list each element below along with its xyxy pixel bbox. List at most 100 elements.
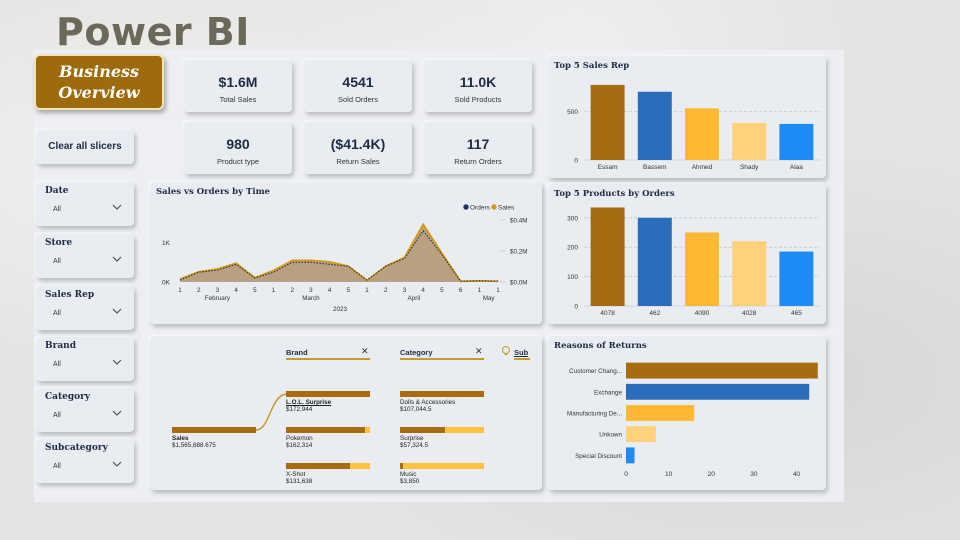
y-left-tick-label: 1K (162, 240, 171, 247)
y-tick-label: 500 (567, 109, 578, 116)
node-bar-fill (286, 427, 365, 433)
node-value: $172,944 (286, 406, 313, 413)
x-tick-label: 4 (234, 287, 238, 294)
bar[interactable] (590, 207, 625, 306)
bar[interactable] (732, 122, 767, 160)
root-name: Sales (172, 435, 189, 442)
y-tick-label: Unkown (599, 432, 622, 439)
slicer-value: All (53, 206, 61, 213)
y-right-tick-label: $0.0M (510, 280, 528, 287)
x-tick-label: 4090 (695, 310, 710, 317)
x-tick-label: 2 (197, 287, 201, 294)
reasons-of-returns-card: Reasons of Returns Customer Chang... Exch… (548, 336, 826, 490)
chevron-down-icon[interactable] (112, 203, 122, 211)
chevron-down-icon[interactable] (112, 409, 122, 417)
node-label: Dolls & Accessories $107,044.5 (400, 399, 455, 413)
node-value: $131,638 (286, 478, 313, 485)
kpi-return-sales: ($41.4K) Return Sales (304, 122, 412, 174)
x-tick-label: 1 (478, 287, 482, 294)
x-tick-label: 4 (328, 287, 332, 294)
y-tick-label: 0 (574, 304, 578, 311)
chevron-down-icon[interactable] (112, 358, 122, 366)
x-tick-label: Essam (598, 164, 618, 171)
slicer-brand[interactable]: Brand All (36, 337, 134, 381)
node-bar-fill (400, 427, 446, 433)
bar[interactable] (732, 241, 767, 306)
slicer-subcategory[interactable]: Subcategory All (36, 439, 134, 483)
x-tick-label: 1 (178, 287, 182, 294)
bar[interactable] (626, 447, 635, 464)
node-name: Surprise (400, 435, 424, 442)
slicer-date[interactable]: Date All (36, 182, 134, 226)
x-tick-label: 1 (496, 287, 500, 294)
y-right-tick-label: $0.2M (510, 249, 528, 256)
clear-all-slicers-button[interactable]: Clear all slicers (36, 130, 134, 164)
bar[interactable] (590, 84, 625, 160)
slicer-value: All (53, 310, 61, 317)
bar[interactable] (779, 123, 814, 160)
slicer-value: All (53, 361, 61, 368)
year-label: 2023 (333, 306, 348, 313)
node-name: Music (400, 471, 417, 478)
x-tick-label: 4 (421, 287, 425, 294)
bar[interactable] (779, 251, 814, 306)
chevron-down-icon[interactable] (112, 460, 122, 468)
slicer-title: Brand (45, 341, 77, 351)
top5-products-chart[interactable]: 0 100 200 300 4078 462 4090 4028 465 (548, 184, 826, 324)
x-group-label: April (408, 295, 421, 302)
slicer-title: Subcategory (45, 443, 108, 453)
node-label: Pokemon $162,314 (286, 435, 313, 449)
x-tick-label: 462 (649, 310, 660, 317)
legend-orders-label: Orders (470, 205, 491, 212)
kpi-sold-orders: 4541 Sold Orders (304, 60, 412, 112)
chevron-down-icon[interactable] (112, 307, 122, 315)
kpi-value: 11.0K (459, 74, 497, 90)
kpi-value: 980 (226, 136, 250, 152)
kpi-total-sales: $1.6M Total Sales (184, 60, 292, 112)
slicer-title: Sales Rep (45, 290, 95, 300)
kpi-label: Return Orders (454, 157, 502, 166)
kpi-label: Return Sales (336, 157, 380, 166)
x-tick-label: 4028 (742, 310, 757, 317)
x-tick-label: 3 (403, 287, 407, 294)
x-tick-label: 2 (384, 287, 388, 294)
slicer-value: All (53, 463, 61, 470)
bar[interactable] (637, 217, 672, 306)
x-tick-label: 40 (793, 471, 801, 478)
node-bar-fill (400, 391, 484, 397)
logo-line-1: Business (58, 62, 140, 81)
x-tick-label: Alaa (790, 164, 803, 171)
slicer-value: All (53, 258, 61, 265)
node-bar-track[interactable] (400, 463, 484, 469)
y-tick-label: 100 (567, 274, 578, 281)
kpi-value: ($41.4K) (330, 136, 386, 152)
bar[interactable] (626, 362, 818, 379)
bar[interactable] (685, 108, 719, 160)
slicer-category[interactable]: Category All (36, 388, 134, 432)
slicer-store[interactable]: Store All (36, 234, 134, 278)
bar[interactable] (626, 426, 656, 443)
reasons-of-returns-chart[interactable]: Customer Chang... Exchange Manufacturing D… (548, 336, 826, 490)
top5-products-card: Top 5 Products by Orders 0 100 200 300 4078 4… (548, 184, 826, 324)
bar[interactable] (626, 405, 695, 421)
kpi-label: Sold Orders (337, 95, 379, 104)
chevron-down-icon[interactable] (112, 255, 122, 263)
bar[interactable] (626, 383, 810, 400)
x-tick-label: 5 (440, 287, 444, 294)
slicer-sales-rep[interactable]: Sales Rep All (36, 286, 134, 330)
sales-orders-line-chart[interactable]: $0.0M $0.2M $0.4M 0K 1K 1 2 3 4 5 1 2 3 4 5 1 2 3 4 5 6 1 1 Feb… (150, 182, 542, 324)
x-tick-label: 30 (750, 471, 758, 478)
x-tick-label: 1 (365, 287, 369, 294)
dashboard-canvas: Business Overview $1.6M Total Sales 4541… (34, 50, 844, 502)
bar[interactable] (637, 91, 672, 160)
slide-title: Power BI (56, 10, 250, 54)
root-bar[interactable] (172, 427, 256, 433)
x-group-label: February (205, 295, 231, 302)
bar[interactable] (685, 232, 719, 306)
x-tick-label: Bassem (643, 164, 666, 171)
x-tick-label: 0 (624, 471, 628, 478)
y-tick-label: 300 (567, 215, 578, 222)
top5-sales-rep-chart[interactable]: 0 500 Essam Bassem Ahmed Shady Alaa (548, 56, 826, 178)
x-tick-label: 20 (708, 471, 716, 478)
kpi-value: $1.6M (218, 74, 258, 90)
